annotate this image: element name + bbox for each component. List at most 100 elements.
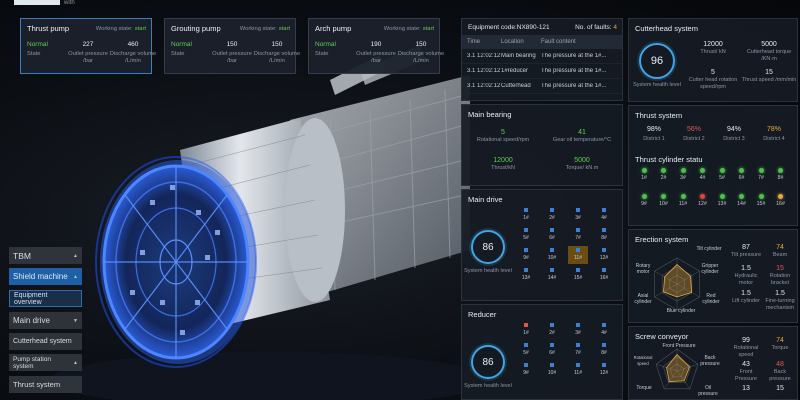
motor-number: 11# bbox=[574, 255, 582, 261]
cutter-thrust: 12000 Thrust/ kN bbox=[700, 41, 726, 55]
radar-value-area bbox=[663, 263, 693, 298]
cylinder-status[interactable]: 2# bbox=[657, 168, 671, 181]
status-dot-icon bbox=[778, 194, 783, 199]
panel-title: Main drive bbox=[468, 195, 503, 204]
motor-number: 16# bbox=[599, 275, 609, 281]
motor-number: 10# bbox=[547, 370, 557, 376]
motor-cell[interactable]: 7# bbox=[568, 226, 588, 244]
equipment-fault-panel: Equipment code:NX890-121 No. of faults: … bbox=[461, 18, 623, 101]
cylinder-status[interactable]: 7# bbox=[754, 168, 768, 181]
discharge-volume: 150 bbox=[415, 41, 427, 48]
table-row[interactable]: 3.1 12:02:12 1#reducer The pressure at the… bbox=[462, 64, 622, 79]
cylinder-status[interactable]: 12# bbox=[696, 194, 710, 207]
table-row[interactable]: 3.1 12:02:12 Main bearing The pressure at … bbox=[462, 49, 622, 64]
screw-value-6: 15 bbox=[776, 385, 784, 392]
nav-item-equipment-overview[interactable]: Equipment overview bbox=[9, 290, 82, 307]
motor-cell[interactable]: 11# bbox=[568, 246, 588, 264]
motor-cell[interactable]: 3# bbox=[568, 321, 588, 339]
motor-cell[interactable]: 9# bbox=[516, 246, 536, 264]
district-3: 94% District 3 bbox=[723, 126, 745, 142]
cylinder-number: 10# bbox=[659, 201, 668, 207]
motor-cell[interactable]: 6# bbox=[542, 341, 562, 359]
motor-cell[interactable]: 15# bbox=[568, 266, 588, 284]
motor-cell[interactable]: 12# bbox=[594, 246, 614, 264]
status-dot-icon bbox=[680, 168, 686, 173]
radar-axis-label: Back pressure bbox=[700, 355, 720, 367]
pump-card-grouting[interactable]: Grouting pump Working state: start Normal… bbox=[164, 18, 300, 74]
discharge-volume: 460 bbox=[127, 41, 139, 48]
motor-cell[interactable]: 9# bbox=[516, 361, 536, 379]
cylinder-status[interactable]: 13# bbox=[715, 194, 729, 207]
reducer-panel: Reducer 86 System health level 1# 2# 3# 4# 5… bbox=[461, 304, 623, 400]
motor-cell[interactable]: 8# bbox=[594, 341, 614, 359]
status-dot-icon bbox=[700, 168, 705, 173]
motor-cell[interactable]: 3# bbox=[568, 206, 588, 224]
health-gauge: 86 bbox=[471, 345, 505, 379]
motor-cell[interactable]: 10# bbox=[542, 246, 562, 264]
motor-cell[interactable]: 16# bbox=[594, 266, 614, 284]
cylinder-number: 9# bbox=[641, 201, 647, 207]
nav-item-shield-machine[interactable]: Shield machine ▲ bbox=[9, 268, 82, 285]
cylinder-status[interactable]: 10# bbox=[657, 194, 671, 207]
nav-item-tbm[interactable]: TBM ▲ bbox=[9, 247, 82, 264]
pump-card-thrust[interactable]: Thrust pump Working state: start Normal 2… bbox=[20, 18, 156, 74]
table-row[interactable]: 3.1 12:02:12 Cutterhead The pressure at th… bbox=[462, 79, 622, 94]
cylinder-status[interactable]: 15# bbox=[754, 194, 768, 207]
cylinder-status[interactable]: 6# bbox=[735, 168, 749, 181]
cylinder-status[interactable]: 4# bbox=[696, 168, 710, 181]
cylinder-status[interactable]: 1# bbox=[637, 168, 651, 181]
cylinder-status[interactable]: 3# bbox=[676, 168, 690, 181]
motor-cell[interactable]: 10# bbox=[542, 361, 562, 379]
motor-number: 15# bbox=[573, 275, 583, 281]
status-dot-icon bbox=[758, 194, 764, 199]
pump-card-arch[interactable]: Arch pump Working state: start Normal 190… bbox=[308, 18, 444, 74]
cylinder-status[interactable]: 11# bbox=[676, 194, 690, 207]
cylinder-number: 14# bbox=[737, 201, 746, 207]
motor-cell[interactable]: 5# bbox=[516, 226, 536, 244]
status-dot-icon bbox=[739, 168, 744, 173]
screw-conveyor-panel: Screw conveyor Front Pressure Back press… bbox=[628, 326, 798, 400]
rotation-bracket: 15 Rotation bracket bbox=[769, 265, 791, 286]
screw-value-5: 13 bbox=[742, 385, 750, 392]
cylinder-status[interactable]: 8# bbox=[774, 168, 788, 181]
motor-cell[interactable]: 1# bbox=[516, 206, 536, 224]
motor-cell[interactable]: 11# bbox=[568, 361, 588, 379]
motor-cell[interactable]: 4# bbox=[594, 321, 614, 339]
screw-back-pressure: 48 Back pressure bbox=[769, 361, 791, 382]
motor-cell[interactable]: 14# bbox=[542, 266, 562, 284]
radar-axis-label: Axial cylinder bbox=[634, 293, 652, 305]
cylinder-status[interactable]: 9# bbox=[637, 194, 651, 207]
nav-item-main-drive[interactable]: Main drive ▼ bbox=[9, 312, 82, 329]
motor-cell[interactable]: 12# bbox=[594, 361, 614, 379]
motor-number: 7# bbox=[575, 350, 581, 356]
health-gauge: 86 bbox=[471, 230, 505, 264]
motor-status-icon bbox=[524, 363, 528, 367]
motor-cell[interactable]: 1# bbox=[516, 321, 536, 339]
motor-cell[interactable]: 2# bbox=[542, 321, 562, 339]
cylinder-status[interactable]: 14# bbox=[735, 194, 749, 207]
cylinder-number: 8# bbox=[777, 175, 784, 181]
chevron-up-icon: ▲ bbox=[73, 273, 78, 280]
nav-item-thrust-system[interactable]: Thrust system bbox=[9, 376, 82, 393]
rotational-speed: 5 Rotational speed/rpm bbox=[476, 129, 530, 143]
discharge-label: Discharge volume /L/min bbox=[109, 51, 157, 64]
motor-cell[interactable]: 13# bbox=[516, 266, 536, 284]
motor-status-icon bbox=[550, 268, 554, 272]
motor-cell[interactable]: 2# bbox=[542, 206, 562, 224]
nav-item-cutterhead-system[interactable]: Cutterhead system bbox=[9, 333, 82, 350]
motor-cell[interactable]: 4# bbox=[594, 206, 614, 224]
status-dot-icon bbox=[719, 168, 725, 173]
motor-cell[interactable]: 8# bbox=[594, 226, 614, 244]
cylinder-number: 5# bbox=[719, 175, 725, 181]
radar-axis-label: Tilt cylinder bbox=[696, 246, 722, 252]
motor-status-icon bbox=[576, 268, 580, 272]
cylinder-status[interactable]: 5# bbox=[715, 168, 729, 181]
nav-item-pump-station[interactable]: Pump station system ▲ bbox=[9, 354, 82, 371]
pump-name: Thrust pump bbox=[27, 24, 70, 33]
motor-cell[interactable]: 6# bbox=[542, 226, 562, 244]
status-dot-icon bbox=[680, 194, 686, 199]
motor-cell[interactable]: 7# bbox=[568, 341, 588, 359]
cylinder-status[interactable]: 16# bbox=[774, 194, 788, 207]
motor-cell[interactable]: 5# bbox=[516, 341, 536, 359]
motor-number: 2# bbox=[549, 215, 555, 221]
